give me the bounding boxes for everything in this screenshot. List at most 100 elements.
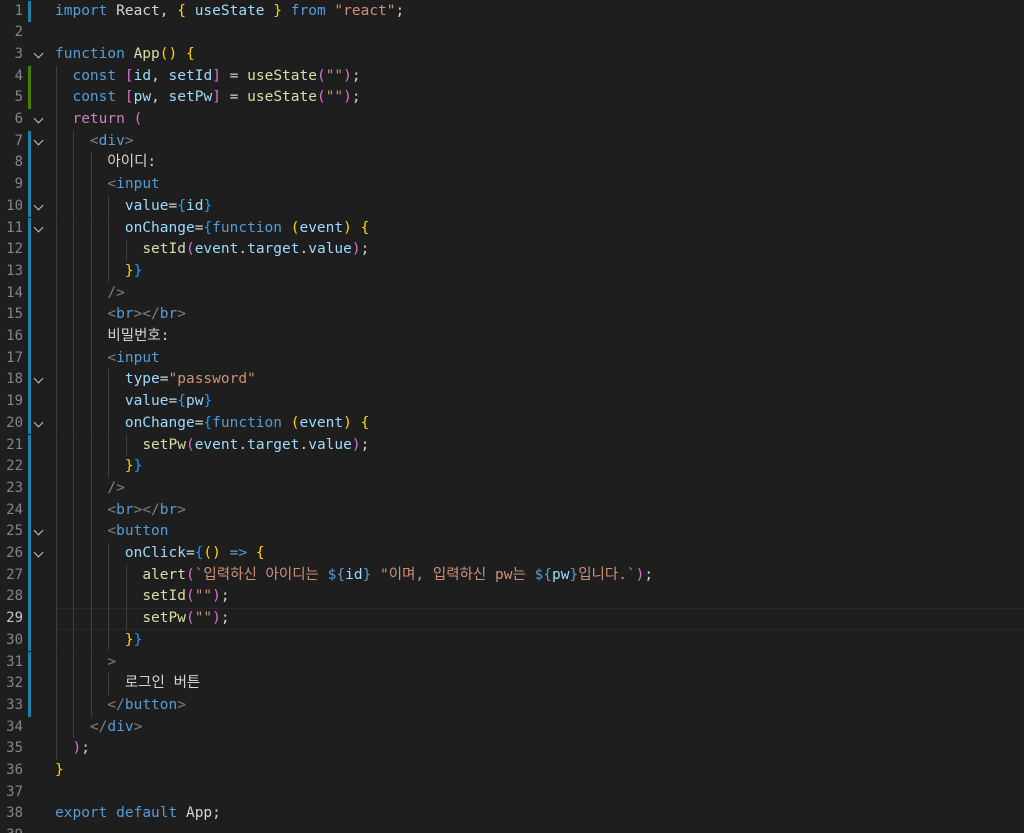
code-line[interactable]: 18 type="password" xyxy=(0,369,1024,392)
code-line[interactable]: 34 </div> xyxy=(0,716,1024,739)
code-line[interactable]: 31 > xyxy=(0,651,1024,674)
git-change-indicator[interactable] xyxy=(28,0,31,23)
git-change-indicator[interactable] xyxy=(28,326,31,348)
git-change-indicator[interactable] xyxy=(28,369,31,392)
git-change-indicator[interactable] xyxy=(28,65,31,88)
indent-guide xyxy=(73,499,75,522)
git-change-indicator[interactable] xyxy=(28,152,31,175)
code-text: <div> xyxy=(55,131,134,153)
code-line[interactable]: 29 setPw(""); xyxy=(0,608,1024,630)
git-change-indicator[interactable] xyxy=(28,347,31,370)
git-change-indicator[interactable] xyxy=(28,87,31,109)
code-line[interactable]: 3 function App() { xyxy=(0,44,1024,66)
fold-chevron-icon[interactable] xyxy=(34,521,46,543)
indent-guide xyxy=(56,152,57,175)
code-line[interactable]: 17 <input xyxy=(0,347,1024,370)
git-change-indicator[interactable] xyxy=(28,195,31,218)
git-change-indicator[interactable] xyxy=(28,304,31,326)
git-change-indicator[interactable] xyxy=(28,130,31,153)
fold-chevron-icon[interactable] xyxy=(34,131,46,153)
code-line[interactable]: 32 로그인 버튼 xyxy=(0,673,1024,695)
git-change-indicator[interactable] xyxy=(28,412,31,435)
code-token: from xyxy=(290,2,326,19)
git-change-indicator[interactable] xyxy=(28,499,31,522)
code-line[interactable]: 21 setPw(event.target.value); xyxy=(0,434,1024,457)
code-line[interactable]: 1 import React, { useState } from "react"… xyxy=(0,0,1024,23)
git-change-indicator[interactable] xyxy=(28,673,31,695)
git-change-indicator[interactable] xyxy=(28,217,31,240)
code-token: target xyxy=(247,436,300,453)
git-change-indicator[interactable] xyxy=(28,629,31,652)
code-token: alert xyxy=(142,566,186,583)
fold-chevron-icon[interactable] xyxy=(34,196,46,218)
git-change-indicator[interactable] xyxy=(28,521,31,543)
code-line[interactable]: 23 /> xyxy=(0,477,1024,500)
git-change-indicator[interactable] xyxy=(28,282,31,305)
fold-chevron-icon[interactable] xyxy=(34,413,46,435)
git-change-indicator[interactable] xyxy=(28,564,31,587)
code-line[interactable]: 39 xyxy=(0,825,1024,833)
code-line[interactable]: 4 const [id, setId] = useState(""); xyxy=(0,65,1024,88)
code-line[interactable]: 9 <input xyxy=(0,174,1024,196)
code-editor[interactable]: 1 import React, { useState } from "react"… xyxy=(0,0,1024,833)
code-line[interactable]: 30 }} xyxy=(0,629,1024,652)
code-text: setId(event.target.value); xyxy=(55,239,369,261)
code-line[interactable]: 22 }} xyxy=(0,456,1024,478)
code-line[interactable]: 14 /> xyxy=(0,282,1024,305)
code-line[interactable]: 19 value={pw} xyxy=(0,391,1024,413)
code-line[interactable]: 28 setId(""); xyxy=(0,586,1024,609)
code-line[interactable]: 6 return ( xyxy=(0,109,1024,131)
fold-chevron-icon[interactable] xyxy=(34,109,46,131)
git-change-indicator[interactable] xyxy=(28,239,31,261)
indent-guide xyxy=(56,434,57,457)
code-line[interactable]: 33 </button> xyxy=(0,694,1024,717)
code-token: , xyxy=(151,89,169,106)
code-line[interactable]: 10 value={id} xyxy=(0,195,1024,218)
code-line[interactable]: 12 setId(event.target.value); xyxy=(0,239,1024,261)
code-line[interactable]: 2 xyxy=(0,22,1024,44)
git-change-indicator[interactable] xyxy=(28,694,31,717)
code-line[interactable]: 38 export default App; xyxy=(0,803,1024,825)
code-line[interactable]: 13 }} xyxy=(0,260,1024,283)
code-line[interactable]: 7 <div> xyxy=(0,130,1024,153)
fold-chevron-icon[interactable] xyxy=(34,369,46,391)
code-line[interactable]: 15 <br></br> xyxy=(0,304,1024,326)
code-line[interactable]: 8 아이디: xyxy=(0,152,1024,175)
code-line[interactable]: 35 ); xyxy=(0,738,1024,760)
code-line[interactable]: 26 onClick={() => { xyxy=(0,543,1024,565)
git-change-indicator[interactable] xyxy=(28,586,31,609)
git-change-indicator[interactable] xyxy=(28,174,31,196)
code-line[interactable]: 11 onChange={function (event) { xyxy=(0,217,1024,240)
code-line[interactable]: 16 비밀번호: xyxy=(0,326,1024,348)
line-number: 4 xyxy=(14,67,23,84)
code-line[interactable]: 37 xyxy=(0,782,1024,804)
line-number: 34 xyxy=(6,718,23,735)
git-change-indicator[interactable] xyxy=(28,543,31,565)
fold-chevron-icon[interactable] xyxy=(34,44,46,66)
git-change-indicator[interactable] xyxy=(28,608,31,630)
code-line[interactable]: 5 const [pw, setPw] = useState(""); xyxy=(0,87,1024,109)
code-line[interactable]: 25 <button xyxy=(0,521,1024,543)
git-change-indicator[interactable] xyxy=(28,456,31,478)
git-change-indicator[interactable] xyxy=(28,260,31,283)
line-number: 28 xyxy=(6,588,23,605)
git-change-indicator[interactable] xyxy=(28,651,31,674)
fold-chevron-icon[interactable] xyxy=(34,543,46,565)
indent-guide xyxy=(90,174,92,196)
indent-guide xyxy=(90,586,92,609)
code-token: ) xyxy=(212,610,221,627)
git-change-indicator[interactable] xyxy=(28,391,31,413)
code-line[interactable]: 24 <br></br> xyxy=(0,499,1024,522)
code-line[interactable]: 36} xyxy=(0,760,1024,782)
fold-chevron-icon[interactable] xyxy=(34,218,46,240)
code-line[interactable]: 20 onChange={function (event) { xyxy=(0,412,1024,435)
code-token: . xyxy=(238,241,248,258)
code-text: 아이디: xyxy=(55,152,156,174)
git-change-indicator[interactable] xyxy=(28,477,31,500)
git-change-indicator[interactable] xyxy=(28,434,31,457)
code-line[interactable]: 27 alert(`입력하신 아이디는 ${id} "이며, 입력하신 pw는 … xyxy=(0,564,1024,587)
